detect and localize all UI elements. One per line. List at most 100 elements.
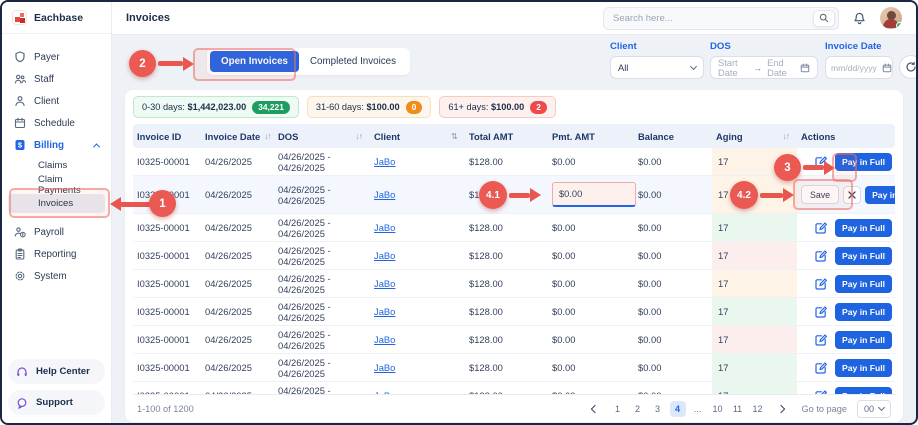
next-page-button[interactable] xyxy=(776,404,784,412)
edit-payment-button[interactable] xyxy=(812,247,829,264)
cell-actions: Pay in Full xyxy=(797,331,895,349)
edit-payment-button[interactable] xyxy=(812,219,829,236)
help-center-button[interactable]: Help Center xyxy=(8,359,105,384)
page-number[interactable]: 1 xyxy=(610,401,626,417)
sidebar-item-schedule[interactable]: Schedule xyxy=(8,112,105,134)
filter-client: Client All xyxy=(610,41,704,79)
client-link[interactable]: JaBo xyxy=(374,156,395,167)
pay-in-full-button[interactable]: Pay in Full xyxy=(835,153,892,171)
cell-invoice-id: I0325-00001 xyxy=(133,250,201,261)
pay-in-full-button[interactable]: Pay in Full xyxy=(835,275,892,293)
page-number[interactable]: 10 xyxy=(710,401,726,417)
sidebar-item-reporting[interactable]: Reporting xyxy=(8,243,105,265)
brand-logo: Eachbase xyxy=(2,2,111,34)
notifications-button[interactable] xyxy=(853,12,866,25)
edit-payment-button[interactable] xyxy=(812,303,829,320)
edit-payment-button[interactable] xyxy=(812,387,829,394)
sidebar-item-staff[interactable]: Staff xyxy=(8,68,105,90)
sidebar-item-system[interactable]: System xyxy=(8,265,105,287)
cell-pmt-amt: $0.00 xyxy=(548,306,634,317)
sidebar-item-payer[interactable]: Payer xyxy=(8,46,105,68)
cell-actions: Pay in Full xyxy=(797,153,895,171)
pay-in-full-button[interactable]: Pay in Full xyxy=(865,186,895,204)
filters-row: Open Invoices Completed Invoices Client … xyxy=(125,35,903,90)
pay-in-full-button[interactable]: Pay in Full xyxy=(835,359,892,377)
col-dos: DOS↓↑ xyxy=(274,131,370,142)
pay-in-full-button[interactable]: Pay in Full xyxy=(835,387,892,395)
pagination-bar: 1-100 of 1200 1 2 3 4 ... 10 11 12 Go to… xyxy=(133,394,895,422)
app-window: Eachbase Payer Staff Client Schedule $ B… xyxy=(0,0,918,425)
sidebar-item-label: Reporting xyxy=(34,249,76,260)
refresh-button[interactable] xyxy=(899,55,918,79)
invoice-date-filter-label: Invoice Date xyxy=(825,41,893,52)
client-link[interactable]: JaBo xyxy=(374,222,395,233)
goto-page-select[interactable]: 00 xyxy=(857,400,891,418)
client-link[interactable]: JaBo xyxy=(374,334,395,345)
cell-actions: Pay in Full xyxy=(797,359,895,377)
gear-icon xyxy=(14,270,26,282)
page-number[interactable]: 12 xyxy=(750,401,766,417)
cell-dos: 04/26/2025 - 04/26/2025 xyxy=(274,301,370,323)
table-row: I0325-00001 04/26/2025 04/26/2025 - 04/2… xyxy=(133,382,895,394)
client-filter-select[interactable]: All xyxy=(610,56,704,79)
pay-in-full-button[interactable]: Pay in Full xyxy=(835,247,892,265)
cancel-edit-button[interactable] xyxy=(843,186,861,204)
table-row: I0325-00001 04/26/2025 04/26/2025 - 04/2… xyxy=(133,270,895,298)
cell-total-amt: $128.00 xyxy=(465,156,548,167)
client-link[interactable]: JaBo xyxy=(374,306,395,317)
page-number[interactable]: 11 xyxy=(730,401,746,417)
chevron-down-icon xyxy=(690,63,697,70)
sidebar-item-claims[interactable]: Claims xyxy=(8,156,105,175)
invoice-date-input[interactable]: mm/dd/yyyy xyxy=(825,56,893,79)
edit-pencil-icon xyxy=(814,305,828,319)
search-button[interactable] xyxy=(813,10,835,27)
edit-payment-button[interactable] xyxy=(812,153,829,170)
client-link[interactable]: JaBo xyxy=(374,189,395,200)
pay-in-full-button[interactable]: Pay in Full xyxy=(835,331,892,349)
cell-pmt-amt: $0.00 xyxy=(548,250,634,261)
cell-invoice-date: 04/26/2025 xyxy=(201,222,274,233)
pmt-amt-input[interactable] xyxy=(552,182,636,207)
edit-payment-button[interactable] xyxy=(812,359,829,376)
cell-aging: 17 xyxy=(712,298,797,325)
pagination-summary: 1-100 of 1200 xyxy=(137,404,194,414)
sort-icon[interactable]: ↓↑ xyxy=(356,131,363,141)
pay-in-full-button[interactable]: Pay in Full xyxy=(835,219,892,237)
dos-date-range[interactable]: Start Date → End Date xyxy=(710,56,818,79)
edit-payment-button[interactable] xyxy=(812,331,829,348)
edit-payment-button[interactable] xyxy=(812,275,829,292)
tab-open-invoices[interactable]: Open Invoices xyxy=(210,51,299,72)
client-link[interactable]: JaBo xyxy=(374,250,395,261)
sort-icon[interactable]: ↓↑ xyxy=(783,131,790,141)
page-number[interactable]: 3 xyxy=(650,401,666,417)
filter-dos: DOS Start Date → End Date xyxy=(710,41,818,79)
sidebar-item-billing[interactable]: $ Billing xyxy=(8,134,105,156)
client-link[interactable]: JaBo xyxy=(374,362,395,373)
support-button[interactable]: Support xyxy=(8,390,105,415)
calendar-icon xyxy=(14,117,26,129)
sidebar-item-client[interactable]: Client xyxy=(8,90,105,112)
page-number[interactable]: 2 xyxy=(630,401,646,417)
table-body: I0325-00001 04/26/2025 04/26/2025 - 04/2… xyxy=(133,148,895,394)
client-link[interactable]: JaBo xyxy=(374,278,395,289)
tab-completed-invoices[interactable]: Completed Invoices xyxy=(299,51,407,72)
sidebar-item-label: System xyxy=(34,271,67,282)
col-client: Client⇅ xyxy=(370,131,465,142)
sort-icon[interactable]: ↓↑ xyxy=(264,131,271,141)
sidebar-item-label: Schedule xyxy=(34,118,75,129)
report-icon xyxy=(14,248,26,260)
cell-pmt-amt: $0.00 xyxy=(548,334,634,345)
sort-icon[interactable]: ⇅ xyxy=(451,131,457,142)
cell-actions: Save Pay in Full xyxy=(797,185,895,204)
pay-in-full-button[interactable]: Pay in Full xyxy=(835,303,892,321)
page-number-active[interactable]: 4 xyxy=(670,401,686,417)
sidebar-item-invoices[interactable]: Invoices xyxy=(8,194,105,213)
search-input[interactable] xyxy=(613,13,813,24)
prev-page-button[interactable] xyxy=(590,404,598,412)
save-button[interactable]: Save xyxy=(801,185,839,204)
sidebar-item-claim-payments[interactable]: Claim Payments xyxy=(8,175,105,194)
cell-balance: $0.00 xyxy=(634,306,712,317)
cell-invoice-id: I0325-00001 xyxy=(133,278,201,289)
user-avatar[interactable] xyxy=(880,7,902,29)
sidebar-item-payroll[interactable]: Payroll xyxy=(8,221,105,243)
